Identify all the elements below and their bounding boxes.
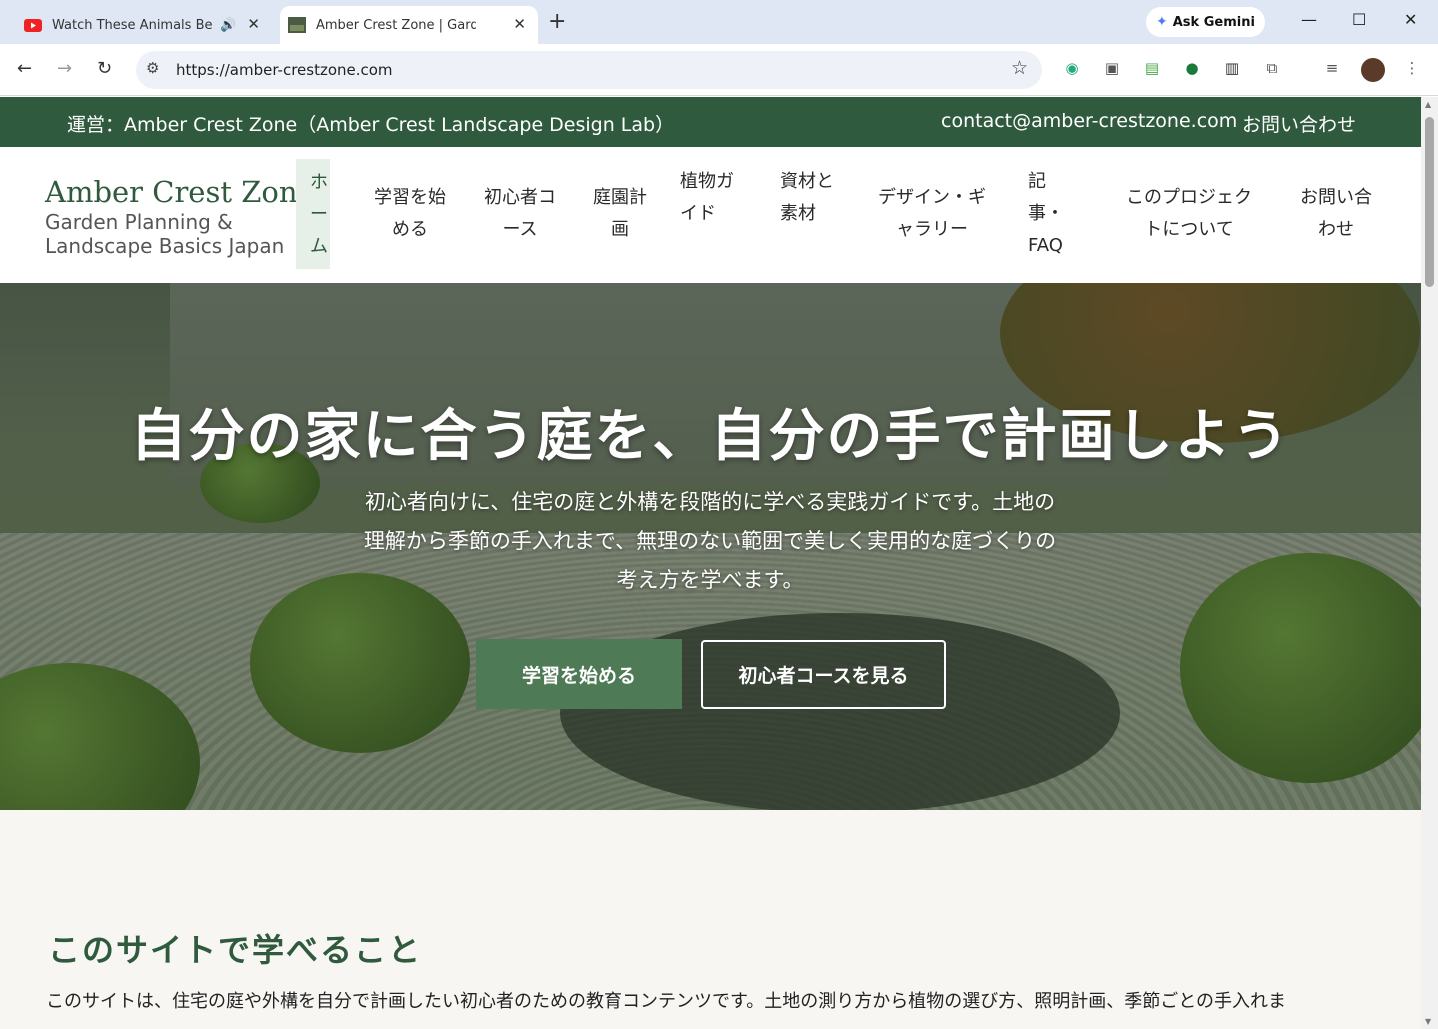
operator-text: 運営：Amber Crest Zone（Amber Crest Landscap… [67,114,675,136]
close-tab-icon[interactable]: ✕ [513,15,526,33]
gemini-icon: ✦ [1156,14,1168,30]
address-bar[interactable]: ⚙ https://amber-crestzone.com ☆ [136,51,1042,89]
tab-title: Watch These Animals Being [52,17,212,33]
gemini-label: Ask Gemini [1172,14,1255,30]
site-favicon-icon [288,16,306,34]
youtube-icon [24,16,42,34]
nav-plant-guide[interactable]: 植物ガイド [680,166,736,230]
close-window-icon[interactable]: ✕ [1404,10,1417,29]
nav-start-learning[interactable]: 学習を始める [372,182,448,246]
grammarly-icon[interactable]: ● [1182,59,1202,79]
nav-about-project[interactable]: このプロジェクトについて [1124,182,1254,246]
start-learning-button[interactable]: 学習を始める [476,639,682,709]
logo-subtitle: Garden Planning & Landscape Basics Japan [45,210,285,258]
page-scrollbar[interactable]: ▲ ▼ [1421,97,1438,1029]
url-text: https://amber-crestzone.com [176,61,393,79]
scroll-up-icon[interactable]: ▲ [1425,100,1431,109]
camera-extension-icon[interactable]: ▣ [1102,59,1122,79]
extensions-puzzle-icon[interactable]: ⧉ [1262,59,1282,79]
toolbar: ← → ↻ ⚙ https://amber-crestzone.com ☆ ◉ … [0,44,1438,96]
nav-articles-faq[interactable]: 記事・FAQ [1028,166,1066,262]
profile-avatar[interactable] [1361,58,1385,82]
nav-materials[interactable]: 資材と素材 [780,166,836,230]
bookmark-star-icon[interactable]: ☆ [1011,57,1028,79]
forward-icon[interactable]: → [57,58,72,79]
email-link[interactable]: contact@amber-crestzone.com [941,110,1237,132]
scrollbar-thumb[interactable] [1425,117,1434,287]
tab-title: Amber Crest Zone | Garden Plar [316,17,476,33]
topbar-contact-link[interactable]: お問い合わせ [1242,110,1356,137]
nav-beginner-course[interactable]: 初心者コース [482,182,558,246]
nav-home[interactable]: ホーム [296,159,330,269]
section-title: このサイトで学べること [48,931,423,969]
nav-contact[interactable]: お問い合わせ [1298,182,1374,246]
scroll-down-icon[interactable]: ▼ [1425,1017,1431,1026]
close-tab-icon[interactable]: ✕ [247,15,260,33]
section-text: このサイトは、住宅の庭や外構を自分で計画したい初心者のための教育コンテンツです。… [46,991,1287,1012]
minimize-icon[interactable]: — [1301,10,1317,29]
operator-bar: 運営：Amber Crest Zone（Amber Crest Landscap… [0,97,1421,147]
maximize-icon[interactable]: ☐ [1352,10,1366,29]
new-tab-icon[interactable]: + [548,9,566,34]
back-icon[interactable]: ← [17,58,32,79]
hero-section: 自分の家に合う庭を、自分の手で計画しよう 初心者向けに、住宅の庭と外構を段階的に… [0,283,1421,810]
media-control-icon[interactable]: ≡ [1322,59,1342,79]
tab-amber-crest[interactable]: Amber Crest Zone | Garden Plar ✕ [280,6,538,44]
speaker-icon[interactable]: 🔊 [220,18,236,33]
menu-kebab-icon[interactable]: ⋮ [1402,59,1422,79]
web-page: 運営：Amber Crest Zone（Amber Crest Landscap… [0,97,1421,1029]
nav-garden-planning[interactable]: 庭園計画 [590,182,650,246]
document-extension-icon[interactable]: ▤ [1142,59,1162,79]
nav-design-gallery[interactable]: デザイン・ギャラリー [876,182,988,246]
clipboard-extension-icon[interactable]: ▥ [1222,59,1242,79]
ask-gemini-button[interactable]: ✦ Ask Gemini [1146,7,1265,37]
site-settings-icon[interactable]: ⚙ [146,59,159,77]
tab-strip: Watch These Animals Being 🔊 ✕ Amber Cres… [0,0,1438,44]
tab-youtube[interactable]: Watch These Animals Being 🔊 ✕ [10,6,272,44]
hero-subtitle: 初心者向けに、住宅の庭と外構を段階的に学べる実践ガイドです。土地の理解から季節の… [363,490,1057,592]
reload-icon[interactable]: ↻ [97,58,112,79]
view-beginner-course-button[interactable]: 初心者コースを見る [701,640,946,709]
hero-title: 自分の家に合う庭を、自分の手で計画しよう [130,403,1291,469]
globe-extension-icon[interactable]: ◉ [1062,59,1082,79]
logo-title[interactable]: Amber Crest Zone [45,175,315,209]
site-header: Amber Crest Zone Garden Planning & Lands… [0,147,1421,283]
